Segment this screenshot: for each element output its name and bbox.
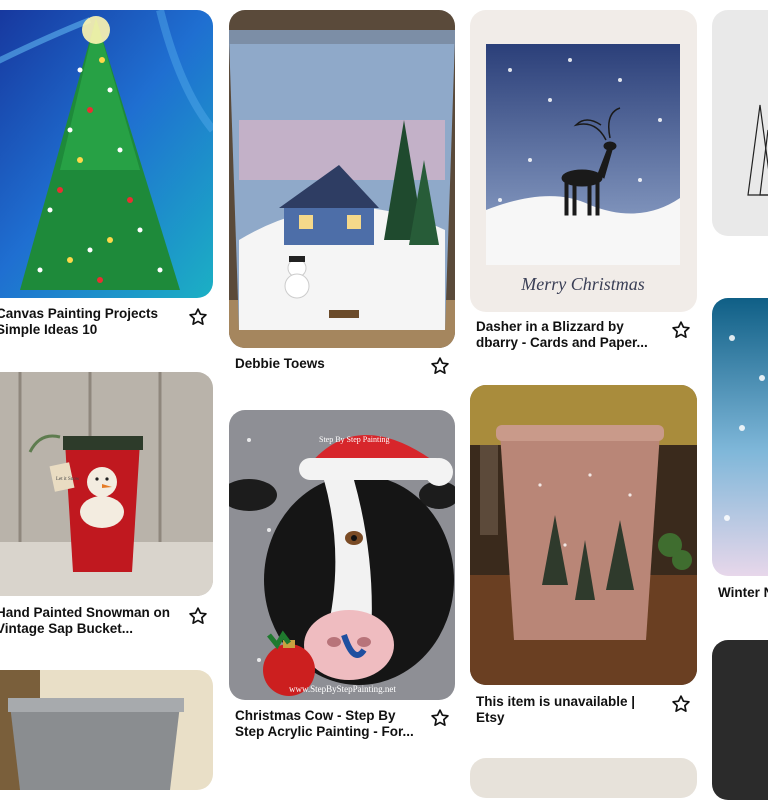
watermark-top: Step By Step Painting bbox=[319, 435, 389, 444]
save-star-icon[interactable] bbox=[188, 606, 208, 626]
tag-text: Let it Snow bbox=[56, 477, 80, 482]
save-star-icon[interactable] bbox=[430, 356, 450, 376]
save-star-icon[interactable] bbox=[671, 694, 691, 714]
pin-title[interactable]: Dasher in a Blizzard by dbarry - Cards a… bbox=[476, 319, 666, 351]
pin-image-reindeer-card[interactable]: Merry Christmas bbox=[470, 10, 697, 312]
pin-image-partial[interactable] bbox=[470, 758, 697, 798]
card-text: Merry Christmas bbox=[520, 274, 645, 294]
save-star-icon[interactable] bbox=[671, 320, 691, 340]
watermark-bottom: www.StepByStepPainting.net bbox=[289, 684, 396, 694]
pin-image-tree-sketch[interactable] bbox=[712, 10, 768, 236]
pin-title[interactable]: Winter N bbox=[718, 585, 768, 601]
pin-image-painted-bucket[interactable] bbox=[229, 10, 455, 348]
pin-title[interactable]: This item is unavailable | Etsy bbox=[476, 694, 666, 726]
pin-image-christmas-cow[interactable]: Step By Step Painting www.StepByStepPain… bbox=[229, 410, 455, 700]
pin-title[interactable]: Christmas Cow - Step By Step Acrylic Pai… bbox=[235, 708, 425, 740]
pin-image-dark[interactable] bbox=[712, 640, 768, 800]
pin-image-snowman-bucket[interactable]: Let it Snow bbox=[0, 372, 213, 596]
pin-title[interactable]: Debbie Toews bbox=[235, 356, 425, 372]
save-star-icon[interactable] bbox=[430, 708, 450, 728]
save-star-icon[interactable] bbox=[188, 307, 208, 327]
pin-title[interactable]: Hand Painted Snowman on Vintage Sap Buck… bbox=[0, 605, 181, 637]
pin-image-copper-bucket[interactable] bbox=[470, 385, 697, 685]
pin-image-metal-bucket[interactable] bbox=[0, 670, 213, 790]
pin-image-christmas-tree[interactable] bbox=[0, 10, 213, 298]
pin-image-winter-painting[interactable] bbox=[712, 298, 768, 576]
pin-title[interactable]: Canvas Painting Projects Simple Ideas 10 bbox=[0, 306, 176, 338]
